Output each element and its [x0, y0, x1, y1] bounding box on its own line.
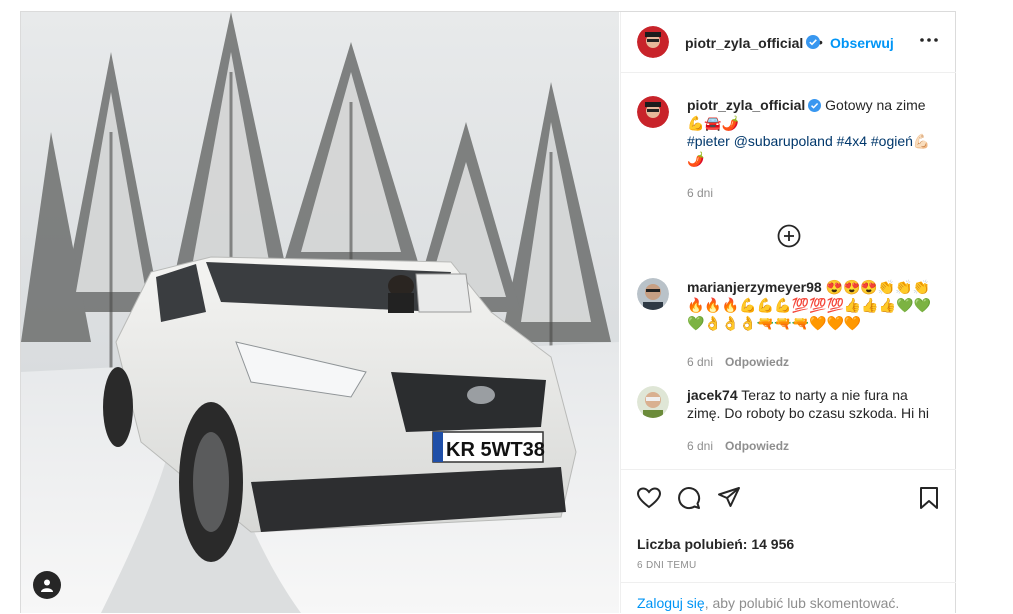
caption-text-block: piotr_zyla_official Gotowy na zime💪🚘🌶️ #… [687, 96, 942, 202]
more-options-icon[interactable] [917, 30, 941, 50]
caption-time: 6 dni [687, 186, 714, 200]
comment-meta: 6 dni Odpowiedz [687, 436, 942, 455]
plus-circle-icon[interactable] [777, 224, 801, 248]
caption-author-username[interactable]: piotr_zyla_official [687, 97, 805, 113]
comment-username[interactable]: marianjerzymeyer98 [687, 279, 822, 295]
verified-badge-icon [808, 99, 822, 112]
tagged-user-icon[interactable] [33, 571, 61, 599]
likes-count[interactable]: Liczba polubień: 14 956 [637, 536, 794, 552]
follow-button[interactable]: Obserwuj [830, 35, 894, 51]
reply-button[interactable]: Odpowiedz [725, 355, 789, 369]
author-username[interactable]: piotr_zyla_official [685, 35, 803, 51]
login-prompt-text: , aby polubić lub skomentować. [704, 595, 900, 611]
heart-icon[interactable] [636, 485, 662, 511]
comment-body: jacek74 Teraz to narty a nie fura na zim… [687, 386, 942, 455]
comment-body: marianjerzymeyer98 😍😍😍👏👏👏🔥🔥🔥💪💪💪💯💯💯👍👍👍💚💚💚… [687, 278, 942, 371]
verified-badge-icon [806, 35, 820, 49]
post-header: piotr_zyla_official • Obserwuj [621, 12, 956, 73]
login-link[interactable]: Zaloguj się [637, 595, 705, 611]
reply-button[interactable]: Odpowiedz [725, 439, 789, 453]
comment-meta: 6 dni Odpowiedz [687, 352, 942, 371]
license-plate-text: KR 5WT38 [446, 439, 545, 461]
post-card: KR 5WT38 piotr_zyla_official • Obserwuj [20, 11, 956, 613]
post-side-panel: piotr_zyla_official • Obserwuj piotr_zyl… [620, 12, 956, 613]
commenter-avatar[interactable] [637, 278, 669, 310]
car-in-snow-image: KR 5WT38 [21, 12, 619, 613]
comment-time: 6 dni [687, 439, 714, 453]
post-photo[interactable]: KR 5WT38 [21, 12, 619, 613]
bookmark-icon[interactable] [916, 485, 942, 511]
share-icon[interactable] [716, 485, 742, 511]
comment-icon[interactable] [676, 485, 702, 511]
post-time-ago: 6 DNI TEMU [637, 560, 697, 571]
login-prompt: Zaloguj się, aby polubić lub skomentować… [621, 582, 956, 614]
author-avatar[interactable] [637, 26, 669, 58]
post-actions: Liczba polubień: 14 956 6 DNI TEMU Zalog… [621, 469, 956, 614]
comment-time: 6 dni [687, 355, 714, 369]
caption-hashtags[interactable]: #pieter @subarupoland #4x4 #ogień💪🏻🌶️ [687, 133, 930, 167]
commenter-avatar[interactable] [637, 386, 669, 418]
caption-author-avatar[interactable] [637, 96, 669, 128]
comment-username[interactable]: jacek74 [687, 387, 738, 403]
